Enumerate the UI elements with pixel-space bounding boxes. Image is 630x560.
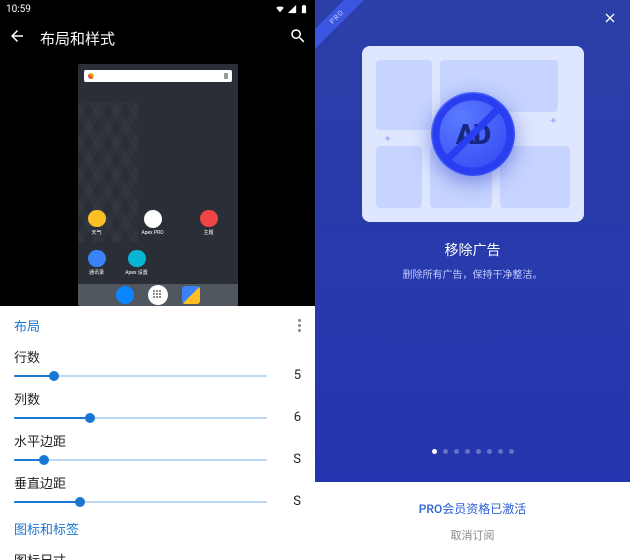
promo-title: 移除广告 <box>315 240 630 260</box>
wifi-icon <box>275 4 285 14</box>
mic-icon <box>224 73 228 79</box>
row-vmarg: 垂直边距 S <box>0 467 315 509</box>
promo-footer: PRO会员资格已激活 取消订阅 <box>315 482 630 560</box>
pro-ribbon: PRO <box>315 0 367 52</box>
sparkle-icon: ✦ <box>549 116 557 127</box>
firefox-icon <box>116 286 134 304</box>
app-drawer-button <box>148 285 168 305</box>
preview-app: 主题 <box>200 210 218 236</box>
promo-desc: 删除所有广告，保持干净整洁。 <box>315 266 630 281</box>
section-layout: 布局 <box>0 306 315 341</box>
phone-mock: 天气 Apex PRO 主题 通讯录 Apex 设置 <box>78 64 238 306</box>
rows-value: 5 <box>277 368 301 383</box>
isize-label: 图标尺寸 <box>14 550 301 560</box>
row-hmarg: 水平边距 S <box>0 425 315 467</box>
app-bar: 布局和样式 <box>0 18 315 58</box>
back-button[interactable] <box>8 27 26 49</box>
search-icon <box>289 27 307 45</box>
battery-icon <box>299 4 309 14</box>
section-icons: 图标和标签 <box>0 509 315 544</box>
status-bar: 10:59 <box>0 0 315 18</box>
promo-card: ✦ ✦ AD <box>362 46 584 222</box>
vmarg-value: S <box>277 494 301 509</box>
hmarg-slider[interactable] <box>14 453 267 467</box>
settings-list: 布局 行数 5 列数 6 水平边距 <box>0 306 315 560</box>
rows-label: 行数 <box>14 347 301 366</box>
page-title: 布局和样式 <box>40 28 275 49</box>
signal-icon <box>287 4 297 14</box>
status-time: 10:59 <box>6 4 31 15</box>
cols-label: 列数 <box>14 389 301 408</box>
preview-app: 通讯录 <box>88 250 106 276</box>
hmarg-label: 水平边距 <box>14 431 301 450</box>
cols-slider[interactable] <box>14 411 267 425</box>
grid-icon <box>153 290 163 300</box>
search-button[interactable] <box>289 27 307 49</box>
preview-app: Apex PRO <box>144 210 162 236</box>
sparkle-icon: ✦ <box>384 134 392 145</box>
row-isize: 图标尺寸 100 <box>0 544 315 560</box>
arrow-left-icon <box>8 27 26 45</box>
page-indicator[interactable] <box>315 449 630 454</box>
status-icons <box>275 4 309 14</box>
google-icon <box>88 73 94 79</box>
pro-ribbon-text: PRO <box>315 0 367 50</box>
vmarg-slider[interactable] <box>14 495 267 509</box>
close-button[interactable] <box>602 10 618 30</box>
section-icons-label: 图标和标签 <box>14 519 79 538</box>
close-icon <box>602 10 618 26</box>
cancel-subscription-link[interactable]: 取消订阅 <box>451 527 495 543</box>
preview-app: Apex 设置 <box>128 250 146 276</box>
rows-slider[interactable] <box>14 369 267 383</box>
pro-status: PRO会员资格已激活 <box>419 500 526 517</box>
section-layout-label: 布局 <box>14 316 40 335</box>
overflow-button[interactable] <box>298 319 301 332</box>
row-cols: 列数 6 <box>0 383 315 425</box>
preview-search-bar <box>84 70 232 82</box>
ad-block-icon: AD <box>431 92 515 176</box>
vmarg-label: 垂直边距 <box>14 473 301 492</box>
preview-app: 天气 <box>88 210 106 236</box>
home-preview: 天气 Apex PRO 主题 通讯录 Apex 设置 <box>0 58 315 306</box>
hmarg-value: S <box>277 452 301 467</box>
preview-dock <box>78 284 238 306</box>
row-rows: 行数 5 <box>0 341 315 383</box>
gallery-icon <box>182 286 200 304</box>
cols-value: 6 <box>277 410 301 425</box>
